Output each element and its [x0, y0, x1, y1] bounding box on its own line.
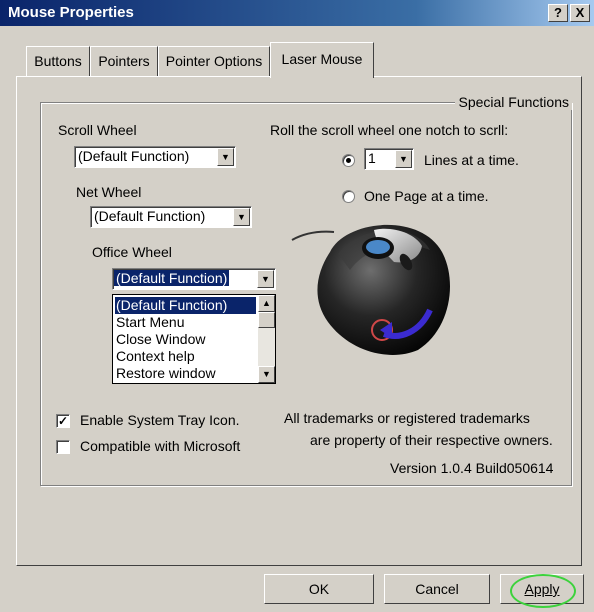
net-wheel-label: Net Wheel: [76, 184, 142, 200]
tab-laser-mouse[interactable]: Laser Mouse: [270, 42, 374, 78]
scroll-wheel-value: (Default Function): [78, 148, 190, 164]
window-title: Mouse Properties: [8, 4, 134, 21]
laser-mouse-image: [291, 224, 450, 355]
apply-highlight-ring: [510, 574, 576, 608]
list-item[interactable]: Start Menu: [116, 314, 256, 331]
cancel-button[interactable]: Cancel: [384, 574, 490, 604]
compatible-checkbox[interactable]: [56, 440, 70, 454]
page-radio[interactable]: [342, 190, 355, 203]
lines-radio[interactable]: [342, 154, 355, 167]
title-bar[interactable]: Mouse Properties ? X: [0, 0, 594, 26]
group-title: Special Functions: [455, 94, 572, 110]
trademark-line-2: are property of their respective owners.: [310, 432, 553, 448]
chevron-down-icon[interactable]: ▼: [395, 150, 412, 168]
lines-count-value: 1: [368, 150, 376, 166]
close-button[interactable]: X: [570, 4, 590, 22]
tray-icon-label: Enable System Tray Icon.: [80, 412, 240, 428]
tab-pointer-options[interactable]: Pointer Options: [158, 46, 270, 76]
office-wheel-value: (Default Function): [114, 270, 230, 286]
chevron-down-icon[interactable]: ▼: [233, 208, 250, 226]
lines-label: Lines at a time.: [424, 152, 519, 168]
scroll-thumb[interactable]: [258, 312, 275, 328]
chevron-down-icon[interactable]: ▼: [217, 148, 234, 166]
scroll-wheel-select[interactable]: (Default Function) ▼: [74, 146, 236, 168]
trademark-line-1: All trademarks or registered trademarks: [284, 410, 530, 426]
list-scrollbar[interactable]: ▲ ▼: [258, 295, 275, 383]
lines-count-select[interactable]: 1 ▼: [364, 148, 414, 170]
scroll-up-icon[interactable]: ▲: [258, 295, 275, 312]
ok-button[interactable]: OK: [264, 574, 374, 604]
office-wheel-label: Office Wheel: [92, 244, 172, 260]
office-wheel-select[interactable]: (Default Function) ▼: [112, 268, 276, 290]
version-text: Version 1.0.4 Build050614: [390, 460, 554, 476]
help-button[interactable]: ?: [548, 4, 568, 22]
compatible-label: Compatible with Microsoft: [80, 438, 241, 454]
scroll-setting-label: Roll the scroll wheel one notch to scrll…: [270, 122, 509, 138]
tray-icon-checkbox[interactable]: ✓: [56, 414, 70, 428]
office-wheel-dropdown-list[interactable]: (Default Function) Start Menu Close Wind…: [112, 294, 276, 384]
tab-buttons[interactable]: Buttons: [26, 46, 90, 76]
list-item[interactable]: Context help: [116, 348, 256, 365]
scroll-wheel-label: Scroll Wheel: [58, 122, 137, 138]
scroll-down-icon[interactable]: ▼: [258, 366, 275, 383]
list-item[interactable]: Close Window: [116, 331, 256, 348]
list-item[interactable]: Restore window: [116, 365, 256, 382]
chevron-down-icon[interactable]: ▼: [257, 270, 274, 288]
page-label: One Page at a time.: [364, 188, 489, 204]
net-wheel-select[interactable]: (Default Function) ▼: [90, 206, 252, 228]
list-item[interactable]: (Default Function): [115, 297, 256, 314]
net-wheel-value: (Default Function): [94, 208, 206, 224]
tab-pointers[interactable]: Pointers: [90, 46, 158, 76]
